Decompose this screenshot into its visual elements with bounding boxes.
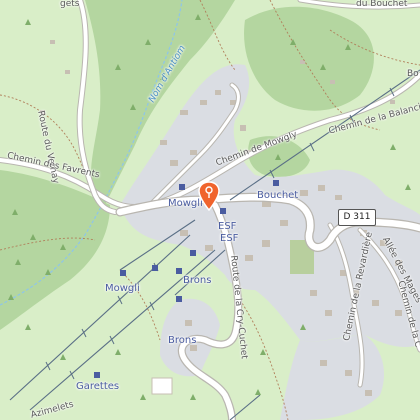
map-canvas[interactable]: Route du Vernay Nom d'Antiom Chemin de M…: [0, 0, 420, 420]
label-du-bouchet: du Bouchet: [356, 0, 408, 9]
builtup-area-southeast: [280, 335, 385, 420]
label-mowgli: Mowgli: [105, 283, 140, 294]
label-esf-2: ESF: [220, 233, 239, 244]
label-gets: gets: [60, 0, 80, 9]
forest-area-northeast: [244, 6, 374, 111]
stop-marker-mowgli-top: [179, 184, 185, 190]
map-pin-icon[interactable]: [198, 181, 220, 211]
label-brons-2: Brons: [168, 335, 197, 346]
stop-marker-mowgli: [120, 270, 126, 276]
road-shield-d311: D 311: [338, 209, 376, 226]
label-bouchet: Bouchet: [257, 190, 299, 201]
stop-marker-esf: [220, 208, 226, 214]
label-garettes: Garettes: [76, 381, 120, 392]
map-pin-shape: [198, 181, 220, 211]
stop-marker-bouchet: [273, 180, 279, 186]
label-bo: Bo: [407, 69, 419, 79]
stop-marker-brons-1: [152, 265, 158, 271]
label-esf-1: ESF: [218, 221, 237, 232]
stop-marker-brons-3: [190, 250, 196, 256]
label-brons-1: Brons: [183, 275, 212, 286]
stop-marker-brons-2: [176, 268, 182, 274]
stop-marker-brons-south: [176, 296, 182, 302]
stop-marker-garettes: [94, 372, 100, 378]
